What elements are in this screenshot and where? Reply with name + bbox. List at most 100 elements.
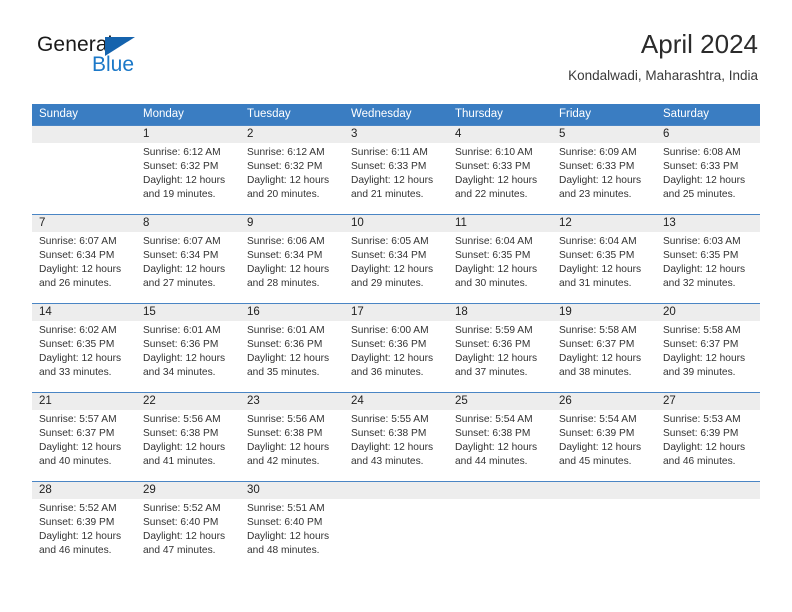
week-detail-row: Sunrise: 5:52 AM Sunset: 6:39 PM Dayligh… [32, 499, 760, 570]
daylight-text-line1: Daylight: 12 hours [39, 531, 122, 543]
week-date-band: 1 2 3 4 5 6 [32, 126, 760, 143]
day-cell: Sunrise: 5:58 AM Sunset: 6:37 PM Dayligh… [552, 321, 656, 392]
day-cell: Sunrise: 5:57 AM Sunset: 6:37 PM Dayligh… [32, 410, 136, 481]
sunrise-text: Sunrise: 6:03 AM [663, 236, 741, 247]
daylight-text-line2: and 41 minutes. [143, 456, 216, 468]
day-number: 3 [351, 128, 358, 140]
sunrise-text: Sunrise: 5:59 AM [455, 325, 533, 336]
day-cell: Sunrise: 6:02 AM Sunset: 6:35 PM Dayligh… [32, 321, 136, 392]
daylight-text-line1: Daylight: 12 hours [455, 353, 538, 365]
day-number: 24 [351, 395, 364, 407]
sunset-text: Sunset: 6:38 PM [143, 428, 219, 440]
day-number: 15 [143, 306, 156, 318]
daylight-text-line1: Daylight: 12 hours [351, 264, 434, 276]
daylight-text-line1: Daylight: 12 hours [247, 442, 330, 454]
day-cell [656, 499, 760, 570]
day-cell: Sunrise: 6:12 AM Sunset: 6:32 PM Dayligh… [136, 143, 240, 214]
week-row: 28 29 30 Sunrise: 5:52 AM Sunset: 6:39 P… [32, 481, 760, 570]
calendar-page: General Blue April 2024 Kondalwadi, Maha… [0, 0, 792, 612]
sunset-text: Sunset: 6:39 PM [663, 428, 739, 440]
sunset-text: Sunset: 6:34 PM [247, 250, 323, 262]
week-detail-row: Sunrise: 6:07 AM Sunset: 6:34 PM Dayligh… [32, 232, 760, 303]
day-cell: Sunrise: 5:56 AM Sunset: 6:38 PM Dayligh… [240, 410, 344, 481]
sunrise-text: Sunrise: 6:01 AM [143, 325, 221, 336]
day-number: 1 [143, 128, 150, 140]
daylight-text-line1: Daylight: 12 hours [455, 264, 538, 276]
daylight-text-line1: Daylight: 12 hours [351, 175, 434, 187]
sunset-text: Sunset: 6:32 PM [143, 161, 219, 173]
daylight-text-line1: Daylight: 12 hours [143, 175, 226, 187]
day-cell: Sunrise: 6:04 AM Sunset: 6:35 PM Dayligh… [448, 232, 552, 303]
day-number: 30 [247, 484, 260, 496]
sunset-text: Sunset: 6:39 PM [39, 517, 115, 529]
day-cell: Sunrise: 6:11 AM Sunset: 6:33 PM Dayligh… [344, 143, 448, 214]
daylight-text-line1: Daylight: 12 hours [39, 442, 122, 454]
daylight-text-line1: Daylight: 12 hours [247, 264, 330, 276]
sunset-text: Sunset: 6:36 PM [247, 339, 323, 351]
daylight-text-line1: Daylight: 12 hours [39, 264, 122, 276]
day-cell: Sunrise: 6:10 AM Sunset: 6:33 PM Dayligh… [448, 143, 552, 214]
sunrise-text: Sunrise: 5:53 AM [663, 414, 741, 425]
week-date-band: 28 29 30 [32, 482, 760, 499]
daylight-text-line2: and 20 minutes. [247, 189, 320, 201]
sunrise-text: Sunrise: 5:54 AM [455, 414, 533, 425]
daylight-text-line2: and 21 minutes. [351, 189, 424, 201]
day-cell: Sunrise: 5:59 AM Sunset: 6:36 PM Dayligh… [448, 321, 552, 392]
daylight-text-line2: and 32 minutes. [663, 278, 736, 290]
daylight-text-line1: Daylight: 12 hours [351, 442, 434, 454]
sunset-text: Sunset: 6:39 PM [559, 428, 635, 440]
daylight-text-line1: Daylight: 12 hours [663, 264, 746, 276]
daylight-text-line2: and 46 minutes. [663, 456, 736, 468]
day-cell: Sunrise: 6:08 AM Sunset: 6:33 PM Dayligh… [656, 143, 760, 214]
day-number: 6 [663, 128, 670, 140]
day-cell: Sunrise: 6:01 AM Sunset: 6:36 PM Dayligh… [136, 321, 240, 392]
day-cell [344, 499, 448, 570]
sunrise-text: Sunrise: 6:04 AM [559, 236, 637, 247]
sunrise-text: Sunrise: 5:51 AM [247, 503, 325, 514]
day-number: 12 [559, 217, 572, 229]
sunrise-text: Sunrise: 5:56 AM [247, 414, 325, 425]
page-title: April 2024 [640, 29, 758, 59]
day-number: 14 [39, 306, 52, 318]
day-number: 18 [455, 306, 468, 318]
sunrise-text: Sunrise: 6:06 AM [247, 236, 325, 247]
sunrise-text: Sunrise: 6:01 AM [247, 325, 325, 336]
day-number: 28 [39, 484, 52, 496]
sunset-text: Sunset: 6:38 PM [455, 428, 531, 440]
day-number: 21 [39, 395, 52, 407]
daylight-text-line1: Daylight: 12 hours [351, 353, 434, 365]
sunset-text: Sunset: 6:36 PM [455, 339, 531, 351]
daylight-text-line2: and 43 minutes. [351, 456, 424, 468]
day-number [32, 126, 136, 143]
week-row: 1 2 3 4 5 6 Sunrise: 6:12 AM Sunset: 6:3… [32, 125, 760, 214]
daylight-text-line1: Daylight: 12 hours [39, 353, 122, 365]
daylight-text-line2: and 19 minutes. [143, 189, 216, 201]
daylight-text-line2: and 48 minutes. [247, 545, 320, 557]
sunset-text: Sunset: 6:33 PM [351, 161, 427, 173]
week-row: 7 8 9 10 11 12 13 Sunrise: 6:07 AM Sunse… [32, 214, 760, 303]
sunrise-text: Sunrise: 6:10 AM [455, 147, 533, 158]
day-cell: Sunrise: 6:04 AM Sunset: 6:35 PM Dayligh… [552, 232, 656, 303]
sunset-text: Sunset: 6:34 PM [39, 250, 115, 262]
weekday-header-friday: Friday [559, 108, 591, 120]
logo-text-blue: Blue [92, 53, 135, 76]
sunrise-text: Sunrise: 6:00 AM [351, 325, 429, 336]
day-number: 11 [455, 217, 467, 229]
sunrise-text: Sunrise: 6:11 AM [351, 147, 428, 158]
sunset-text: Sunset: 6:38 PM [351, 428, 427, 440]
day-number: 25 [455, 395, 468, 407]
sunset-text: Sunset: 6:40 PM [143, 517, 219, 529]
sunset-text: Sunset: 6:33 PM [559, 161, 635, 173]
sunrise-text: Sunrise: 6:02 AM [39, 325, 117, 336]
sunset-text: Sunset: 6:35 PM [663, 250, 739, 262]
sunrise-text: Sunrise: 5:56 AM [143, 414, 221, 425]
daylight-text-line1: Daylight: 12 hours [247, 531, 330, 543]
sunset-text: Sunset: 6:35 PM [455, 250, 531, 262]
day-number: 17 [351, 306, 364, 318]
sunset-text: Sunset: 6:35 PM [559, 250, 635, 262]
daylight-text-line2: and 45 minutes. [559, 456, 632, 468]
weekday-header-tuesday: Tuesday [247, 108, 291, 120]
daylight-text-line2: and 39 minutes. [663, 367, 736, 379]
day-cell: Sunrise: 5:52 AM Sunset: 6:39 PM Dayligh… [32, 499, 136, 570]
daylight-text-line2: and 33 minutes. [39, 367, 112, 379]
